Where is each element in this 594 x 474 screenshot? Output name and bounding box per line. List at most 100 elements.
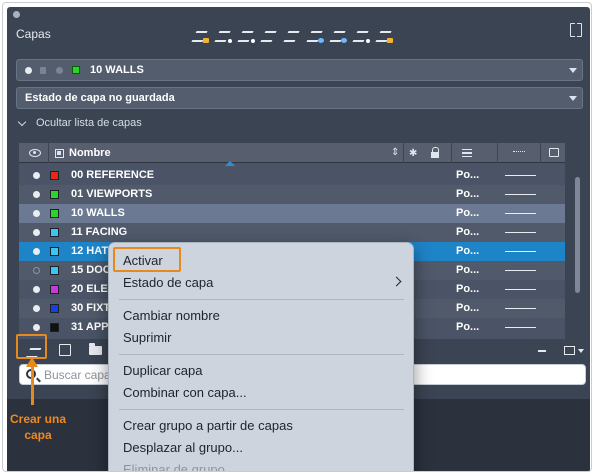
layer-lineweight[interactable] — [505, 232, 536, 233]
layer-color-swatch[interactable] — [50, 266, 59, 275]
screenshot-frame: Capas 10 WALLS Estado de capa no guardad… — [2, 2, 592, 472]
chevron-down-icon — [569, 96, 577, 101]
chevron-down-icon — [17, 117, 27, 126]
on-bulb-icon[interactable] — [33, 267, 40, 274]
dock-pane-icon[interactable] — [570, 22, 582, 37]
table-header: Nombre ⇕ ✱ — [19, 143, 565, 163]
layer-lineweight[interactable] — [505, 327, 536, 328]
on-bulb-icon[interactable] — [33, 229, 40, 236]
layer-name: 00 REFERENCE — [71, 169, 155, 181]
menu-separator — [119, 354, 404, 355]
column-divider — [451, 143, 452, 163]
lineweight-column-icon[interactable] — [513, 151, 525, 154]
lock-icon[interactable] — [431, 147, 439, 158]
lock-icon — [40, 66, 46, 74]
hide-layer-list-label: Ocultar lista de capas — [36, 117, 142, 129]
menu-item-merge[interactable]: Combinar con capa... — [123, 385, 247, 400]
new-layer-highlight — [16, 334, 47, 359]
layer-lineweight[interactable] — [505, 194, 536, 195]
menu-item-delete[interactable]: Suprimir — [123, 330, 171, 345]
panel-title: Capas — [16, 27, 51, 41]
on-bulb-icon[interactable] — [33, 172, 40, 179]
menu-item-duplicate[interactable]: Duplicar capa — [123, 363, 203, 378]
layer-linetype[interactable]: Po... — [456, 169, 479, 181]
layer-lineweight[interactable] — [505, 289, 536, 290]
layer-lock-icon[interactable] — [354, 28, 370, 43]
on-bulb-icon[interactable] — [33, 210, 40, 217]
on-bulb-icon[interactable] — [33, 305, 40, 312]
table-row[interactable]: 11 FACING Po... — [19, 223, 565, 242]
layer-linetype[interactable]: Po... — [456, 321, 479, 333]
menu-item-rename[interactable]: Cambiar nombre — [123, 308, 220, 323]
context-menu: Activar Estado de capa Cambiar nombre Su… — [108, 242, 414, 471]
menu-item-move-to-group[interactable]: Desplazar al grupo... — [123, 440, 243, 455]
layer-color-swatch — [72, 66, 80, 74]
sort-updown-icon[interactable]: ⇕ — [391, 147, 399, 158]
table-row[interactable]: 10 WALLS Po... — [19, 204, 565, 223]
layer-lineweight[interactable] — [505, 213, 536, 214]
layer-name: 15 DOO — [71, 264, 112, 276]
column-divider — [497, 143, 498, 163]
window-dot[interactable] — [13, 11, 20, 18]
layer-color-swatch[interactable] — [50, 323, 59, 332]
name-column-icon — [55, 149, 64, 158]
columns-menu-icon[interactable] — [564, 346, 584, 355]
layer-isolate-icon[interactable] — [262, 28, 276, 42]
layer-previous-icon[interactable] — [239, 28, 255, 43]
on-bulb-icon[interactable] — [33, 286, 40, 293]
chevron-down-icon — [569, 68, 577, 73]
minus-icon[interactable] — [538, 350, 546, 352]
current-layer-name: 10 WALLS — [90, 64, 144, 76]
layer-color-swatch[interactable] — [50, 190, 59, 199]
layer-color-swatch[interactable] — [50, 247, 59, 256]
table-row[interactable]: 01 VIEWPORTS Po... — [19, 185, 565, 204]
layer-color-swatch[interactable] — [50, 304, 59, 313]
current-layer-dropdown[interactable]: 10 WALLS — [16, 59, 583, 81]
layer-freeze-icon[interactable] — [308, 28, 324, 43]
layer-color-swatch[interactable] — [50, 228, 59, 237]
layer-unlock-icon[interactable] — [377, 28, 393, 43]
on-bulb-icon[interactable] — [33, 191, 40, 198]
layer-linetype[interactable]: Po... — [456, 283, 479, 295]
layer-name: 30 FIXT — [71, 302, 111, 314]
menu-item-layer-state[interactable]: Estado de capa — [123, 275, 213, 290]
layer-match-icon[interactable] — [216, 28, 232, 43]
layer-color-swatch[interactable] — [50, 285, 59, 294]
layer-color-swatch[interactable] — [50, 209, 59, 218]
menu-item-create-group[interactable]: Crear grupo a partir de capas — [123, 418, 293, 433]
layer-color-swatch[interactable] — [50, 171, 59, 180]
table-row[interactable]: 00 REFERENCE Po... — [19, 166, 565, 185]
chevron-right-icon — [391, 276, 402, 287]
layer-lineweight[interactable] — [505, 251, 536, 252]
layer-linetype[interactable]: Po... — [456, 245, 479, 257]
layer-linetype[interactable]: Po... — [456, 302, 479, 314]
hide-layer-list-toggle[interactable]: Ocultar lista de capas — [17, 117, 142, 129]
layer-unisolate-icon[interactable] — [285, 28, 299, 42]
new-layer-group-icon[interactable] — [59, 344, 71, 356]
layer-linetype[interactable]: Po... — [456, 264, 479, 276]
layer-lineweight[interactable] — [505, 308, 536, 309]
on-bulb-icon[interactable] — [33, 248, 40, 255]
layer-lineweight[interactable] — [505, 175, 536, 176]
on-bulb-icon[interactable] — [33, 324, 40, 331]
column-divider — [403, 143, 404, 163]
layer-linetype[interactable]: Po... — [456, 207, 479, 219]
layer-name: 10 WALLS — [71, 207, 125, 219]
freeze-sun-icon[interactable]: ✱ — [409, 148, 417, 159]
layer-lineweight[interactable] — [505, 270, 536, 271]
layer-properties-icon[interactable] — [193, 28, 209, 43]
vertical-scrollbar[interactable] — [575, 177, 580, 293]
linetype-column-icon[interactable] — [462, 149, 472, 157]
layer-state-dropdown[interactable]: Estado de capa no guardada — [16, 87, 583, 109]
layer-off-icon[interactable] — [331, 28, 347, 43]
column-divider — [48, 143, 49, 163]
layer-state-value: Estado de capa no guardada — [25, 92, 175, 104]
layer-linetype[interactable]: Po... — [456, 226, 479, 238]
eye-icon[interactable] — [29, 149, 41, 157]
folder-icon[interactable] — [89, 343, 102, 355]
layer-linetype[interactable]: Po... — [456, 188, 479, 200]
on-bulb-icon — [25, 66, 32, 74]
print-column-icon[interactable] — [549, 148, 559, 157]
layer-name: 11 FACING — [71, 226, 128, 238]
name-column-header[interactable]: Nombre — [69, 147, 111, 159]
